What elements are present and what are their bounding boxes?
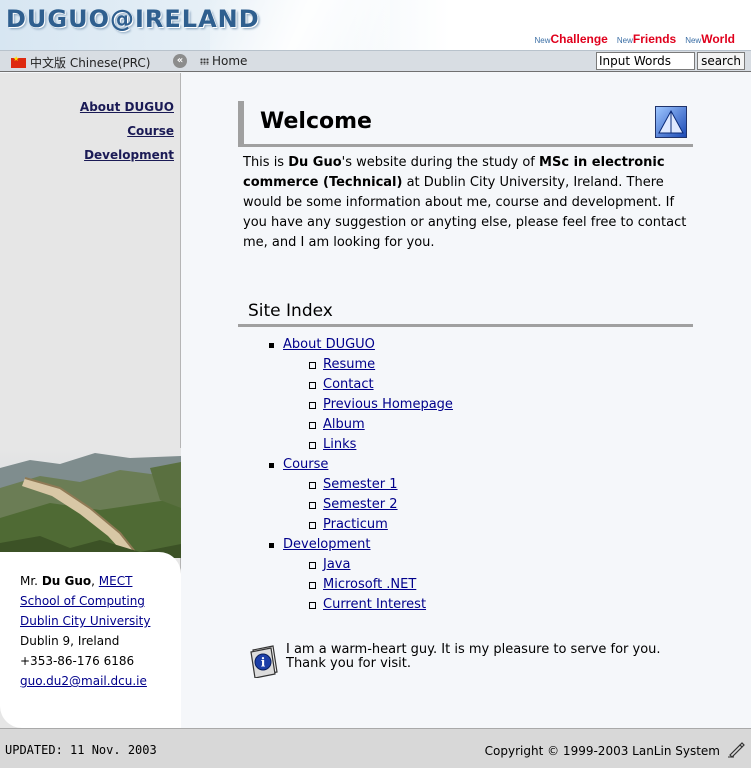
section-divider	[238, 324, 693, 327]
index-link-dotnet[interactable]: Microsoft .NET	[323, 577, 416, 592]
list-item: Album	[309, 415, 453, 435]
grid-icon	[200, 57, 209, 65]
sub-list: Semester 1 Semester 2 Practicum	[283, 475, 453, 535]
sidebar-item-development[interactable]: Development	[80, 148, 174, 162]
search-button[interactable]: search	[697, 52, 745, 70]
index-link-previous-homepage[interactable]: Previous Homepage	[323, 397, 453, 412]
index-link-development[interactable]: Development	[283, 537, 371, 552]
welcome-heading-box: Welcome	[238, 101, 693, 147]
list-item: Resume	[309, 355, 453, 375]
toolbar: 中文版 Chinese(PRC) « Home search	[0, 50, 751, 72]
greeting-message: I am a warm-heart guy. It is my pleasure…	[286, 642, 661, 671]
list-item: Microsoft .NET	[309, 575, 453, 595]
sidebar-nav: About DUGUO Course Development	[80, 100, 174, 172]
home-link[interactable]: Home	[200, 54, 247, 68]
list-item: Practicum	[309, 515, 453, 535]
intro-paragraph: This is Du Guo's website during the stud…	[243, 153, 695, 253]
index-link-resume[interactable]: Resume	[323, 357, 375, 372]
program-link[interactable]: MECT	[99, 574, 133, 588]
site-logo[interactable]: DUGUO@IRELAND	[6, 5, 260, 33]
intro-name: Du Guo	[288, 155, 342, 170]
list-item: Current Interest	[309, 595, 453, 615]
site-index-list: About DUGUO Resume Contact Previous Home…	[269, 335, 453, 615]
main-content: Welcome This is Du Guo's website during …	[182, 73, 751, 728]
contact-name-line: Mr. Du Guo, MECT	[20, 574, 133, 588]
header-link-challenge[interactable]: NewChallenge	[534, 32, 607, 46]
index-link-course[interactable]: Course	[283, 457, 328, 472]
index-link-semester-2[interactable]: Semester 2	[323, 497, 398, 512]
great-wall-image	[0, 448, 181, 558]
language-switch[interactable]: 中文版 Chinese(PRC)	[11, 54, 150, 71]
svg-text:i: i	[261, 656, 266, 670]
sidebar-item-course[interactable]: Course	[80, 124, 174, 138]
back-arrow-icon[interactable]: «	[173, 54, 187, 68]
list-item: Java	[309, 555, 453, 575]
intro-text: 's website during the study of	[341, 155, 540, 170]
phone: +353-86-176 6186	[20, 654, 135, 668]
index-link-about[interactable]: About DUGUO	[283, 337, 375, 352]
site-index-title: Site Index	[248, 301, 333, 321]
index-link-java[interactable]: Java	[323, 557, 350, 572]
new-badge: New	[685, 36, 702, 45]
index-link-links[interactable]: Links	[323, 437, 356, 452]
list-item: Semester 1	[309, 475, 453, 495]
header-link-label: World	[701, 32, 735, 46]
copyright: Copyright © 1999-2003 LanLin System	[484, 744, 720, 758]
university-link[interactable]: Dublin City University	[20, 614, 150, 628]
sidebar-item-about[interactable]: About DUGUO	[80, 100, 174, 114]
list-item: Development Java Microsoft .NET Current …	[269, 535, 453, 615]
home-label: Home	[212, 54, 248, 68]
search-input[interactable]	[596, 52, 695, 70]
pyramid-icon	[655, 106, 687, 138]
list-item: Previous Homepage	[309, 395, 453, 415]
header-link-label: Challenge	[550, 32, 608, 46]
index-link-practicum[interactable]: Practicum	[323, 517, 388, 532]
edit-pen-icon[interactable]	[727, 740, 745, 758]
sub-list: Java Microsoft .NET Current Interest	[283, 555, 453, 615]
page-footer: UPDATED: 11 Nov. 2003 Copyright © 1999-2…	[0, 728, 751, 768]
sidebar: About DUGUO Course Development Mr. Du Gu…	[0, 73, 181, 728]
list-item: About DUGUO Resume Contact Previous Home…	[269, 335, 453, 455]
new-badge: New	[534, 36, 551, 45]
list-item: Semester 2	[309, 495, 453, 515]
sub-list: Resume Contact Previous Homepage Album L…	[283, 355, 453, 455]
email-link[interactable]: guo.du2@mail.dcu.ie	[20, 674, 147, 688]
new-badge: New	[616, 36, 633, 45]
updated-date: UPDATED: 11 Nov. 2003	[5, 743, 157, 757]
header-link-world[interactable]: NewWorld	[685, 32, 735, 46]
index-link-contact[interactable]: Contact	[323, 377, 374, 392]
contact-name: Du Guo	[41, 574, 92, 588]
header-link-label: Friends	[632, 32, 677, 46]
header-links: NewChallenge NewFriends NewWorld	[534, 32, 735, 46]
contact-card: Mr. Du Guo, MECT School of Computing Dub…	[0, 552, 181, 728]
list-item: Contact	[309, 375, 453, 395]
address: Dublin 9, Ireland	[20, 634, 120, 648]
china-flag-icon	[11, 55, 26, 68]
header-link-friends[interactable]: NewFriends	[617, 32, 676, 46]
language-label: 中文版 Chinese(PRC)	[30, 56, 151, 70]
intro-text: This is	[243, 155, 289, 170]
site-header: DUGUO@IRELAND NewChallenge NewFriends Ne…	[0, 0, 751, 50]
index-link-album[interactable]: Album	[323, 417, 365, 432]
list-item: Links	[309, 435, 453, 455]
list-item: Course Semester 1 Semester 2 Practicum	[269, 455, 453, 535]
info-book-icon: i	[250, 645, 278, 678]
index-link-semester-1[interactable]: Semester 1	[323, 477, 398, 492]
name-prefix: Mr.	[20, 574, 38, 588]
page-title: Welcome	[260, 109, 372, 134]
index-link-current-interest[interactable]: Current Interest	[323, 597, 426, 612]
school-link[interactable]: School of Computing	[20, 594, 145, 608]
